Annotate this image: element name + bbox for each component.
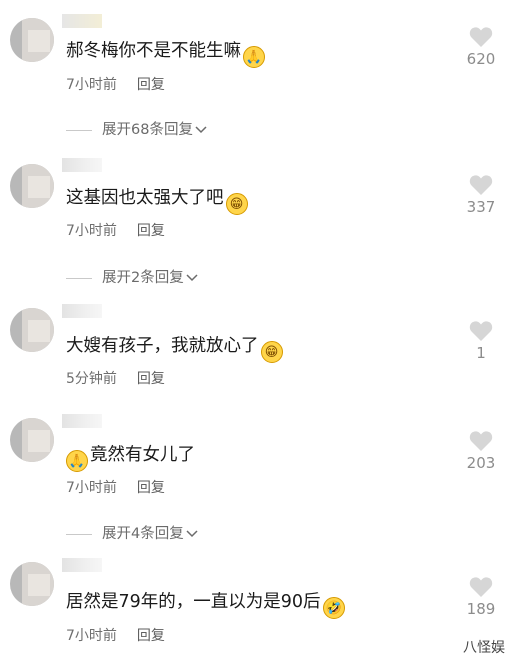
grin-emoji-icon: 😁 — [260, 341, 283, 363]
avatar[interactable] — [10, 562, 54, 606]
comment-meta: 7小时前 回复 — [66, 74, 165, 94]
comment-time: 7小时前 — [66, 628, 117, 644]
comment-time: 7小时前 — [66, 480, 117, 496]
reply-button[interactable]: 回复 — [137, 223, 165, 239]
reply-button[interactable]: 回复 — [137, 77, 165, 93]
comment-text: 这基因也太强大了吧 😁 — [66, 187, 248, 215]
avatar[interactable] — [10, 18, 54, 62]
username-redacted — [62, 14, 102, 28]
chevron-down-icon — [195, 126, 207, 134]
username-redacted — [62, 414, 102, 428]
grin-emoji-icon: 😁 — [225, 193, 248, 215]
divider-line — [66, 533, 92, 535]
expand-replies[interactable]: 展开2条回复 — [66, 266, 198, 287]
username-redacted — [62, 158, 102, 172]
chevron-down-icon — [186, 274, 198, 282]
like-button[interactable]: 1 — [459, 320, 503, 362]
comment-text: 居然是79年的，一直以为是90后 🤣 — [66, 591, 345, 619]
comment-meta: 7小时前 回复 — [66, 625, 165, 645]
heart-icon — [469, 577, 493, 597]
like-button[interactable]: 189 — [459, 576, 503, 618]
comment-text: 大嫂有孩子，我就放心了 😁 — [66, 335, 283, 363]
divider-line — [66, 129, 92, 131]
comment-text: 郝冬梅你不是不能生嘛 🙏 — [66, 40, 265, 68]
expand-replies[interactable]: 展开4条回复 — [66, 522, 198, 543]
pray-emoji-icon: 🙏 — [243, 46, 265, 68]
like-count: 203 — [466, 454, 496, 472]
reply-button[interactable]: 回复 — [137, 480, 165, 496]
comment-meta: 7小时前 回复 — [66, 220, 165, 240]
like-button[interactable]: 620 — [459, 26, 503, 68]
like-count: 620 — [466, 50, 496, 68]
username-redacted — [62, 558, 102, 572]
comment-time: 7小时前 — [66, 77, 117, 93]
comment-meta: 5分钟前 回复 — [66, 368, 165, 388]
avatar[interactable] — [10, 308, 54, 352]
reply-button[interactable]: 回复 — [137, 371, 165, 387]
heart-icon — [469, 175, 493, 195]
heart-icon — [469, 27, 493, 47]
like-button[interactable]: 203 — [459, 430, 503, 472]
rofl-emoji-icon: 🤣 — [322, 597, 345, 619]
comment-text: 🙏 竟然有女儿了 — [66, 444, 195, 472]
like-button[interactable]: 337 — [459, 174, 503, 216]
heart-icon — [469, 431, 493, 451]
username-redacted — [62, 304, 102, 318]
comment-time: 7小时前 — [66, 223, 117, 239]
divider-line — [66, 277, 92, 279]
like-count: 1 — [476, 344, 486, 362]
like-count: 337 — [466, 198, 496, 216]
pray-emoji-icon: 🙏 — [66, 450, 88, 472]
comment-meta: 7小时前 回复 — [66, 477, 165, 497]
reply-button[interactable]: 回复 — [137, 628, 165, 644]
like-count: 189 — [466, 600, 496, 618]
watermark: 八怪娱 — [463, 640, 505, 656]
chevron-down-icon — [186, 530, 198, 538]
comment-time: 5分钟前 — [66, 371, 117, 387]
avatar[interactable] — [10, 164, 54, 208]
expand-replies[interactable]: 展开68条回复 — [66, 118, 207, 139]
heart-icon — [469, 321, 493, 341]
avatar[interactable] — [10, 418, 54, 462]
